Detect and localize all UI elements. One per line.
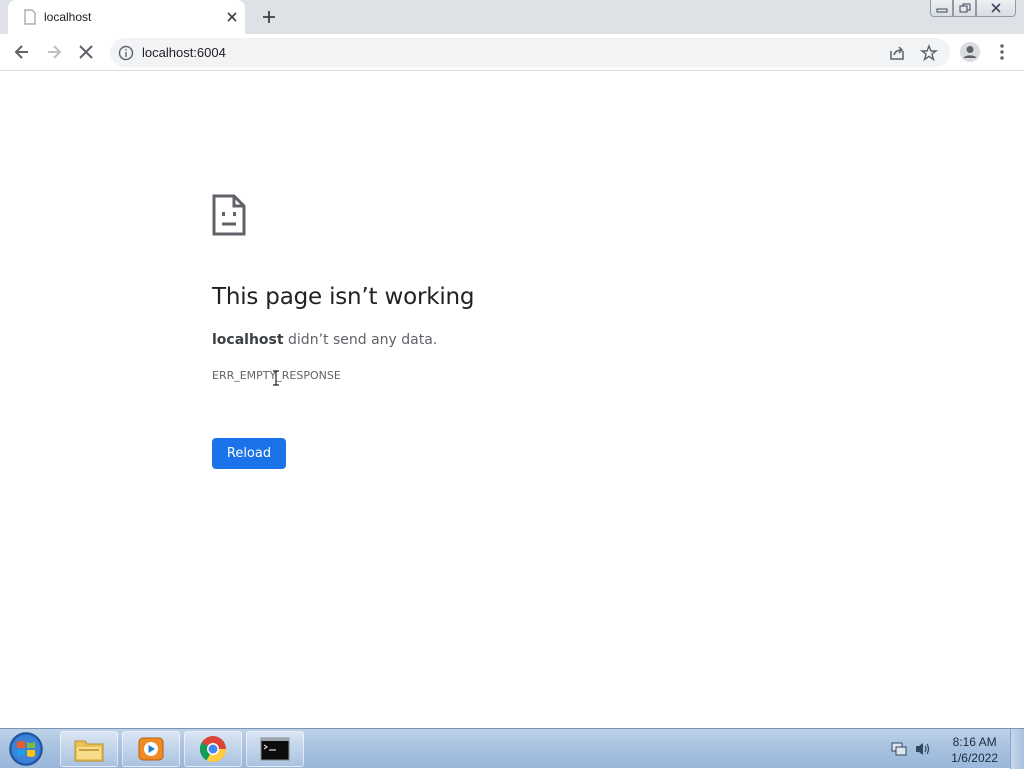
profile-icon[interactable] xyxy=(959,41,981,63)
minimize-icon[interactable] xyxy=(930,0,953,17)
command-prompt-icon xyxy=(260,737,290,761)
stop-loading-icon[interactable] xyxy=(76,42,96,62)
browser-toolbar: localhost:6004 xyxy=(0,34,1024,71)
reload-button[interactable]: Reload xyxy=(212,438,286,469)
close-icon[interactable] xyxy=(224,9,240,25)
volume-icon[interactable] xyxy=(914,741,932,757)
url-text[interactable]: localhost:6004 xyxy=(142,45,226,60)
media-player-icon xyxy=(138,737,164,761)
taskbar-app-cmd[interactable] xyxy=(246,731,304,767)
file-explorer-icon xyxy=(74,740,104,762)
kebab-menu-icon[interactable] xyxy=(992,42,1012,62)
forward-arrow-icon[interactable] xyxy=(44,42,64,62)
windows-start-icon[interactable] xyxy=(4,731,48,767)
clock-date: 1/6/2022 xyxy=(951,751,998,765)
network-icon[interactable] xyxy=(890,741,908,757)
show-desktop-button[interactable] xyxy=(1010,729,1024,769)
error-message: localhost didn’t send any data. xyxy=(212,332,437,348)
close-icon[interactable] xyxy=(976,0,1016,17)
tab-localhost[interactable]: localhost xyxy=(8,0,245,34)
clock-time: 8:16 AM xyxy=(952,735,997,749)
restore-icon[interactable] xyxy=(953,0,976,17)
error-detail: didn’t send any data. xyxy=(283,332,438,348)
taskbar-app-media-player[interactable] xyxy=(122,731,180,767)
taskbar: 8:16 AM 1/6/2022 xyxy=(0,728,1024,769)
star-icon[interactable] xyxy=(920,44,938,62)
tab-strip: localhost xyxy=(0,0,1024,34)
address-bar[interactable]: localhost:6004 xyxy=(110,38,950,67)
share-icon[interactable] xyxy=(888,44,906,62)
page-icon xyxy=(24,9,36,25)
sad-page-icon xyxy=(212,194,246,236)
taskbar-app-chrome[interactable] xyxy=(184,731,242,767)
back-arrow-icon[interactable] xyxy=(12,42,32,62)
plus-icon[interactable] xyxy=(260,8,278,26)
error-host: localhost xyxy=(212,332,284,348)
text-cursor-icon xyxy=(273,370,279,386)
taskbar-clock[interactable]: 8:16 AM 1/6/2022 xyxy=(951,734,998,766)
taskbar-app-explorer[interactable] xyxy=(60,731,118,767)
tab-title: localhost xyxy=(44,10,92,24)
system-tray: 8:16 AM 1/6/2022 xyxy=(884,729,1024,769)
page-content: This page isn’t working localhost didn’t… xyxy=(0,72,1024,728)
chrome-icon xyxy=(199,736,227,763)
error-title: This page isn’t working xyxy=(212,284,475,310)
window-controls xyxy=(930,0,1016,18)
info-icon[interactable] xyxy=(118,45,134,61)
